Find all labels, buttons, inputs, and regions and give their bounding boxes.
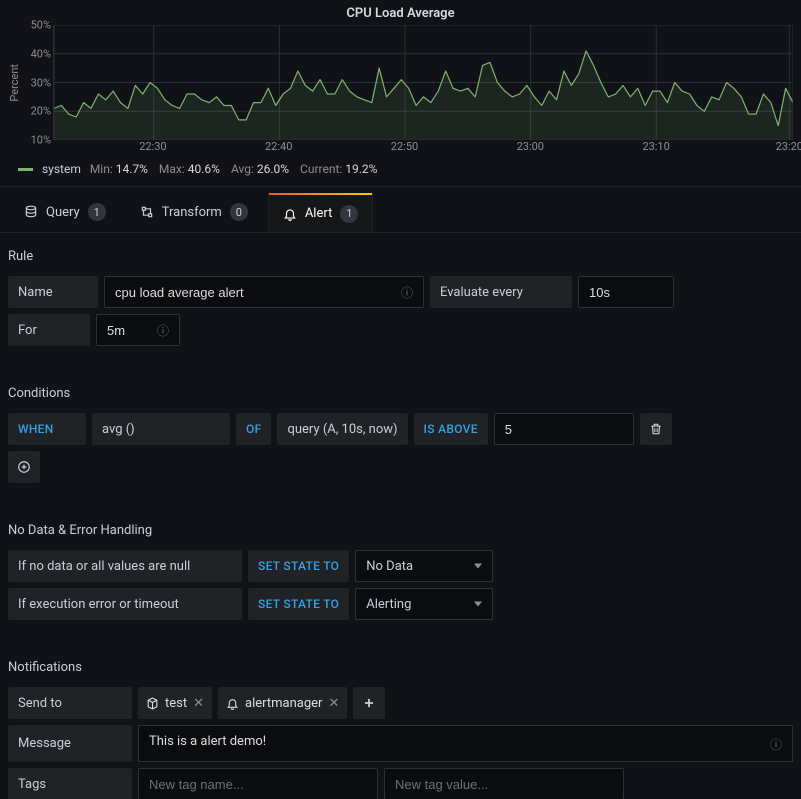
evaluate-every-input[interactable] (578, 276, 674, 308)
nodata-error-label: If execution error or timeout (8, 588, 242, 620)
for-field[interactable] (107, 323, 147, 338)
plus-icon (362, 696, 376, 710)
xtick: 23:00 (517, 140, 544, 153)
xtick: 22:40 (265, 140, 292, 153)
section-rule-head: Rule (8, 249, 793, 264)
legend-swatch (18, 168, 33, 171)
y-axis-ticks: 50% 40% 30% 20% 10% (25, 25, 53, 140)
add-notification-button[interactable] (353, 687, 385, 719)
evaluate-every-label: Evaluate every (430, 276, 572, 308)
operator-select[interactable]: IS ABOVE (414, 413, 488, 445)
nodata-null-label: If no data or all values are null (8, 550, 242, 582)
transform-icon (140, 205, 154, 219)
legend-stat-val: 14.7% (116, 162, 148, 176)
evaluate-every-field[interactable] (589, 285, 663, 300)
for-label: For (8, 314, 90, 346)
legend-stat-label: Current: (300, 162, 342, 176)
of-keyword[interactable]: OF (236, 413, 271, 445)
tab-label: Transform (162, 205, 222, 220)
legend-stat-val: 19.2% (345, 162, 377, 176)
legend-stat-label: Min: (90, 162, 113, 176)
x-axis-ticks: 22:3022:4022:5023:0023:1023:20 (53, 140, 793, 156)
tagvalue-field[interactable] (395, 777, 613, 792)
legend-series-name: system (42, 162, 81, 176)
rule-name-input[interactable]: ⓘ (104, 276, 424, 308)
chart-panel: CPU Load Average Percent 50% 40% 30% 20%… (0, 0, 801, 187)
cube-icon (146, 697, 159, 710)
section-nodata-head: No Data & Error Handling (8, 523, 793, 538)
close-icon[interactable]: ✕ (328, 696, 339, 711)
message-label: Message (8, 725, 132, 762)
tab-label: Alert (305, 206, 333, 221)
tab-count-badge: 0 (230, 203, 248, 221)
info-icon[interactable]: ⓘ (401, 284, 413, 301)
chart-title: CPU Load Average (8, 6, 793, 21)
ytick: 30% (31, 76, 51, 89)
chart-plot-area: Percent 50% 40% 30% 20% 10% (8, 25, 793, 140)
xtick: 22:50 (391, 140, 418, 153)
legend-stat-label: Avg: (231, 162, 254, 176)
xtick: 23:10 (642, 140, 669, 153)
tab-label: Query (46, 205, 80, 220)
nodata-null-select[interactable]: No Data (355, 550, 493, 582)
bell-icon (226, 697, 239, 710)
notification-chip-alertmanager[interactable]: alertmanager ✕ (218, 687, 347, 719)
database-icon (24, 205, 38, 219)
bell-icon (283, 207, 297, 221)
y-axis-label: Percent (8, 64, 21, 102)
legend-stat-val: 26.0% (257, 162, 289, 176)
set-state-to-label: SET STATE TO (248, 588, 349, 620)
chip-label: alertmanager (245, 696, 322, 711)
nodata-error-select[interactable]: Alerting (355, 588, 493, 620)
close-icon[interactable]: ✕ (193, 696, 204, 711)
rule-name-label: Name (8, 276, 98, 308)
threshold-field[interactable] (505, 422, 623, 437)
alert-form: Rule Name ⓘ Evaluate every For ⓘ Conditi… (0, 233, 801, 799)
tab-query[interactable]: Query 1 (10, 193, 120, 232)
notification-chip-test[interactable]: test ✕ (138, 687, 212, 719)
section-notifications-head: Notifications (8, 660, 793, 675)
info-icon[interactable]: ⓘ (157, 322, 169, 339)
editor-tabs: Query 1 Transform 0 Alert 1 (0, 193, 801, 233)
trash-icon (649, 422, 663, 436)
ytick: 20% (31, 105, 51, 118)
legend-stat-val: 40.6% (188, 162, 220, 176)
section-conditions-head: Conditions (8, 386, 793, 401)
ytick: 50% (31, 19, 51, 32)
sendto-label: Send to (8, 687, 132, 719)
xtick: 22:30 (139, 140, 166, 153)
tab-count-badge: 1 (340, 205, 358, 223)
info-icon[interactable]: ⓘ (770, 736, 782, 753)
message-input[interactable]: This is a alert demo! ⓘ (138, 725, 793, 762)
chart-legend: system Min: 14.7% Max: 40.6% Avg: 26.0% … (18, 162, 793, 176)
plot-region[interactable] (53, 25, 793, 140)
tagname-field[interactable] (149, 777, 367, 792)
threshold-input[interactable] (494, 413, 634, 445)
for-input[interactable]: ⓘ (96, 314, 180, 346)
plus-circle-icon (17, 460, 31, 474)
set-state-to-label: SET STATE TO (248, 550, 349, 582)
remove-condition-button[interactable] (640, 413, 672, 445)
query-select[interactable]: query (A, 10s, now) (277, 413, 407, 445)
xtick: 23:20 (776, 140, 801, 153)
when-keyword[interactable]: WHEN (8, 413, 86, 445)
message-text: This is a alert demo! (149, 734, 770, 749)
aggregation-select[interactable]: avg () (92, 413, 230, 445)
add-condition-button[interactable] (8, 451, 40, 483)
ytick: 10% (31, 134, 51, 147)
tab-transform[interactable]: Transform 0 (126, 193, 262, 232)
legend-stat-label: Max: (159, 162, 185, 176)
tagname-input[interactable] (138, 768, 378, 799)
tab-count-badge: 1 (88, 203, 106, 221)
rule-name-field[interactable] (115, 285, 401, 300)
plot-svg (54, 25, 793, 140)
ytick: 40% (31, 47, 51, 60)
tags-label: Tags (8, 768, 132, 799)
tagvalue-input[interactable] (384, 768, 624, 799)
chip-label: test (165, 696, 187, 711)
tab-alert[interactable]: Alert 1 (268, 193, 374, 232)
